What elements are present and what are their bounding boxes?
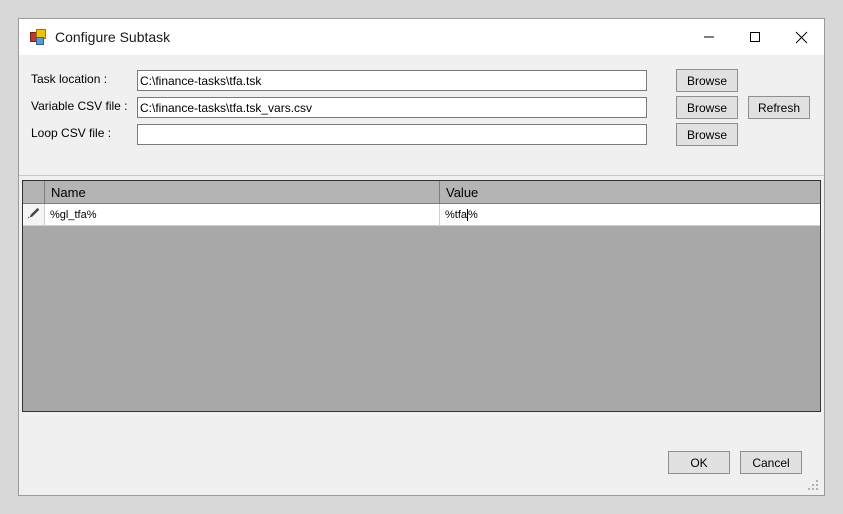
loop-csv-label: Loop CSV file : <box>31 126 112 140</box>
variable-csv-input[interactable] <box>137 97 647 118</box>
variable-csv-refresh-button[interactable]: Refresh <box>748 96 810 119</box>
cell-value-text-before-caret: %tfa <box>445 208 468 221</box>
resize-grip-icon[interactable] <box>807 479 820 492</box>
loop-csv-input[interactable] <box>137 124 647 145</box>
ok-button[interactable]: OK <box>668 451 730 474</box>
grid-header-row: Name Value <box>23 181 820 204</box>
form-designer-icon <box>30 29 46 45</box>
minimize-button[interactable] <box>686 19 732 55</box>
close-button[interactable] <box>778 19 824 55</box>
title-bar[interactable]: Configure Subtask <box>19 19 824 55</box>
task-location-row: Task location : Browse <box>19 69 824 92</box>
cell-value-text-after-caret: % <box>468 208 478 221</box>
cancel-button[interactable]: Cancel <box>740 451 802 474</box>
loop-csv-row: Loop CSV file : Browse <box>19 123 824 146</box>
cell-variable-value[interactable]: %tfa % <box>440 204 820 225</box>
table-row[interactable]: %gl_tfa% %tfa % <box>23 204 820 226</box>
file-settings-panel: Task location : Browse Variable CSV file… <box>19 55 824 176</box>
window-title: Configure Subtask <box>55 29 171 45</box>
grid-header-name[interactable]: Name <box>45 181 440 203</box>
dialog-footer: OK Cancel <box>19 437 824 495</box>
cell-variable-name[interactable]: %gl_tfa% <box>45 204 440 225</box>
close-icon <box>795 31 808 44</box>
maximize-icon <box>749 31 761 43</box>
task-location-browse-button[interactable]: Browse <box>676 69 738 92</box>
task-location-input[interactable] <box>137 70 647 91</box>
loop-csv-browse-button[interactable]: Browse <box>676 123 738 146</box>
configure-subtask-dialog: Configure Subtask Task location: C:\fin… <box>18 18 825 496</box>
variable-csv-row: Variable CSV file : Browse Refresh <box>19 96 824 119</box>
grid-header-value[interactable]: Value <box>440 181 820 203</box>
variables-data-grid[interactable]: Name Value %gl_tfa% %tfa % <box>22 180 821 412</box>
minimize-icon <box>703 31 715 43</box>
variable-csv-browse-button[interactable]: Browse <box>676 96 738 119</box>
edit-pencil-icon <box>27 207 41 222</box>
grid-header-select-all[interactable] <box>23 181 45 203</box>
grid-container: Name Value %gl_tfa% %tfa % <box>19 176 824 437</box>
task-location-label: Task location : <box>31 72 108 86</box>
maximize-button[interactable] <box>732 19 778 55</box>
row-edit-indicator <box>23 204 45 225</box>
window-controls <box>686 19 824 55</box>
variable-csv-label: Variable CSV file : <box>31 99 128 113</box>
